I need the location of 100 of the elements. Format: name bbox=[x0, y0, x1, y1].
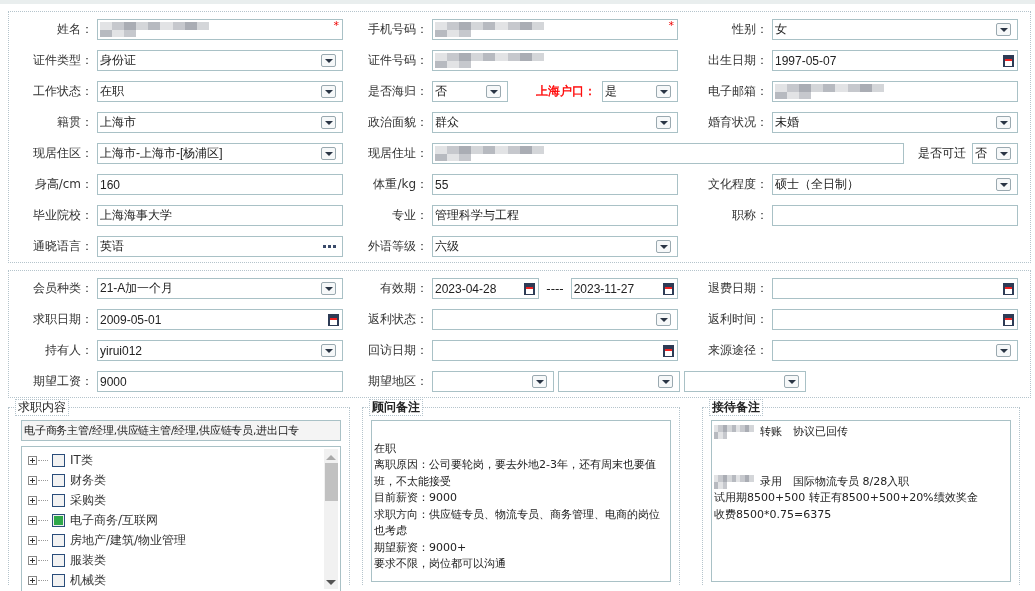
field-label: 婚育状况： bbox=[707, 114, 768, 131]
select-field[interactable] bbox=[432, 309, 678, 330]
tree-item[interactable]: 房地产/建筑/物业管理 bbox=[70, 531, 187, 549]
date-field[interactable]: 1997-05-07 bbox=[772, 50, 1018, 71]
calendar-icon[interactable] bbox=[663, 282, 674, 295]
input-field[interactable] bbox=[432, 50, 678, 71]
checkbox[interactable] bbox=[52, 453, 65, 467]
note-line: 转账 协议已回传 bbox=[760, 424, 848, 440]
more-icon[interactable] bbox=[323, 245, 336, 248]
field-label: 专业： bbox=[391, 207, 428, 224]
select-field[interactable] bbox=[558, 371, 680, 392]
notes-field[interactable]: 转账 协议已回传 录用 国际物流专员 8/28入职 试用期8500+500 转正有8500+500+20%绩效奖金 收费8500*0.75=6375 bbox=[711, 420, 1011, 582]
select-field[interactable] bbox=[772, 340, 1018, 361]
select-field[interactable]: 女 bbox=[772, 19, 1018, 40]
field-label: 上海户口： bbox=[536, 83, 596, 100]
field-label: 现居住址： bbox=[367, 145, 428, 162]
input-field[interactable]: 55 bbox=[432, 174, 678, 195]
field-label: 回访日期： bbox=[367, 342, 428, 359]
field-label: 性别： bbox=[731, 21, 768, 38]
input-field[interactable]: 9000 bbox=[97, 371, 343, 392]
note-line: 录用 国际物流专员 8/28入职 bbox=[760, 473, 910, 490]
field-label: 政治面貌： bbox=[367, 114, 428, 131]
select-field[interactable]: yirui012 bbox=[97, 340, 343, 361]
checkbox[interactable] bbox=[52, 573, 65, 587]
date-field[interactable] bbox=[432, 340, 678, 361]
select-field[interactable]: 硕士（全日制） bbox=[772, 174, 1018, 195]
field-label: 体重/kg： bbox=[372, 176, 428, 193]
select-field[interactable]: 否 bbox=[432, 81, 508, 102]
field-label: 期望地区： bbox=[367, 373, 428, 390]
select-field[interactable]: 在职 bbox=[97, 81, 343, 102]
checkbox[interactable] bbox=[52, 473, 65, 487]
tree-item[interactable]: 财务类 bbox=[70, 471, 106, 489]
field-label: 身高/cm： bbox=[33, 176, 93, 193]
field-label: 籍贯： bbox=[56, 114, 93, 131]
calendar-icon[interactable] bbox=[524, 282, 536, 295]
field-label: 求职日期： bbox=[32, 311, 93, 328]
panel-legend: 接待备注 bbox=[709, 399, 763, 416]
date-field[interactable]: 2023-11-27 bbox=[570, 278, 678, 299]
calendar-icon[interactable] bbox=[1003, 54, 1014, 67]
checkbox[interactable] bbox=[52, 493, 65, 507]
calendar-icon[interactable] bbox=[328, 313, 339, 326]
field-label: 毕业院校： bbox=[32, 207, 93, 224]
date-field[interactable]: 2009-05-01 bbox=[97, 309, 343, 330]
input-field[interactable]: * bbox=[432, 19, 678, 40]
field-label: 外语等级： bbox=[367, 238, 428, 255]
scrollbar[interactable] bbox=[324, 449, 338, 589]
note-line: 期望薪资：9000+ bbox=[374, 539, 467, 556]
field-label: 出生日期： bbox=[707, 52, 768, 69]
range-separator: ---- bbox=[545, 281, 565, 296]
date-field[interactable]: 2023-04-28 bbox=[432, 278, 540, 299]
input-field[interactable] bbox=[772, 81, 1018, 102]
date-field[interactable] bbox=[772, 278, 1018, 299]
select-field[interactable]: 是 bbox=[602, 81, 678, 102]
select-field[interactable]: 否 bbox=[972, 143, 1018, 164]
select-field[interactable] bbox=[684, 371, 806, 392]
input-field[interactable]: * bbox=[97, 19, 343, 40]
select-field[interactable]: 群众 bbox=[432, 112, 678, 133]
tree-item[interactable]: 电子商务/互联网 bbox=[70, 511, 159, 529]
field-label: 是否海归： bbox=[367, 83, 428, 100]
select-field[interactable] bbox=[432, 371, 554, 392]
input-field[interactable] bbox=[772, 205, 1018, 226]
field-label: 电子邮箱： bbox=[707, 83, 768, 100]
note-line: 目前薪资：9000 bbox=[374, 490, 457, 506]
panel-legend: 求职内容 bbox=[15, 399, 69, 416]
notes-field[interactable]: 在职 离职原因：公司要轮岗，要去外地2-3年，还有周末也要值班，不太能接受 目前薪资：9000 求职方向：供应链专员、物流专员、商务管理、电商的岗位也考虑 期望薪资：9000+ 要求不限，岗位都可以沟通 bbox=[371, 420, 671, 582]
field-label: 证件类型： bbox=[32, 52, 93, 69]
tree-item[interactable]: IT类 bbox=[70, 451, 93, 469]
scroll-down-icon[interactable] bbox=[326, 580, 336, 585]
calendar-icon[interactable] bbox=[1003, 313, 1014, 326]
scroll-thumb[interactable] bbox=[324, 463, 338, 501]
input-field[interactable]: 上海海事大学 bbox=[97, 205, 343, 226]
date-field[interactable] bbox=[772, 309, 1018, 330]
select-field[interactable]: 未婚 bbox=[772, 112, 1018, 133]
note-line: 求职方向：供应链专员、物流专员、商务管理、电商的岗位也考虑 bbox=[374, 506, 661, 539]
tree-item[interactable]: 服装类 bbox=[70, 551, 106, 569]
note-line: 在职 bbox=[374, 440, 396, 457]
input-field[interactable]: 160 bbox=[97, 174, 343, 195]
select-field[interactable]: 身份证 bbox=[97, 50, 343, 71]
calendar-icon[interactable] bbox=[1003, 282, 1014, 295]
checkbox[interactable] bbox=[52, 533, 65, 547]
tree-item[interactable]: 机械类 bbox=[70, 571, 106, 589]
select-field[interactable]: 六级 bbox=[432, 236, 678, 257]
field-label: 返利时间： bbox=[707, 311, 768, 328]
picker-field[interactable]: 英语 bbox=[97, 236, 343, 257]
input-field[interactable] bbox=[432, 143, 904, 164]
calendar-icon[interactable] bbox=[663, 344, 674, 357]
select-field[interactable]: 上海市 bbox=[97, 112, 343, 133]
checkbox[interactable] bbox=[52, 513, 65, 527]
field-label: 文化程度： bbox=[707, 176, 768, 193]
field-label: 退费日期： bbox=[707, 280, 768, 297]
note-line: 收费8500*0.75=6375 bbox=[714, 506, 832, 523]
input-field[interactable]: 电子商务主管/经理,供应链主管/经理,供应链专员,进出口专 bbox=[21, 420, 341, 441]
input-field[interactable]: 管理科学与工程 bbox=[432, 205, 678, 226]
select-field[interactable]: 上海市-上海市-[杨浦区] bbox=[97, 143, 343, 164]
checkbox[interactable] bbox=[52, 553, 65, 567]
note-line: 离职原因：公司要轮岗，要去外地2-3年，还有周末也要值班，不太能接受 bbox=[374, 457, 657, 490]
tree-item[interactable]: 采购类 bbox=[70, 491, 106, 509]
field-label: 返利状态： bbox=[367, 311, 428, 328]
select-field[interactable]: 21-A加一个月 bbox=[97, 278, 343, 299]
field-label: 有效期： bbox=[379, 280, 428, 297]
